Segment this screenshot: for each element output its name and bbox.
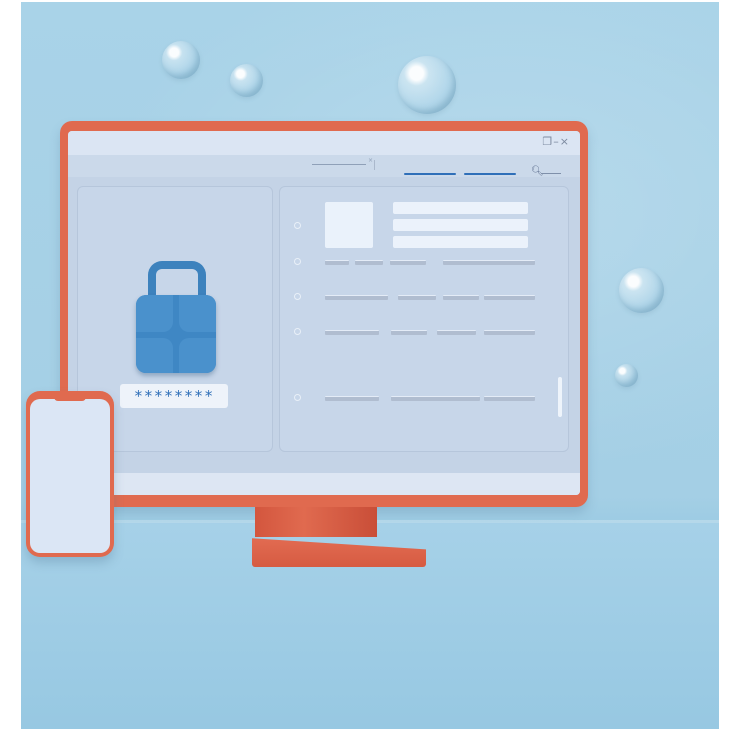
row-radio[interactable] xyxy=(294,394,301,401)
window-controls[interactable]: ❐–× xyxy=(542,135,570,148)
smartphone xyxy=(26,391,114,557)
bubble xyxy=(398,56,456,114)
tab-bar: × 🔍︎ xyxy=(68,155,580,177)
row-radio[interactable] xyxy=(294,328,301,335)
scrollbar[interactable] xyxy=(558,377,562,417)
tab-close-icon[interactable]: × xyxy=(368,157,373,164)
lock-segment xyxy=(179,295,216,332)
list-item-placeholder xyxy=(325,396,379,401)
list-item-placeholder xyxy=(325,330,379,335)
search-input[interactable] xyxy=(541,173,561,174)
window-titlebar: ❐–× xyxy=(68,131,580,155)
bubble xyxy=(619,268,664,313)
bubble xyxy=(162,41,200,79)
status-bar xyxy=(68,473,580,495)
list-item-placeholder xyxy=(484,396,535,401)
list-item-placeholder xyxy=(443,260,535,265)
phone-notch xyxy=(54,395,86,401)
scene-background: ❐–× × 🔍︎ ******** xyxy=(21,2,719,729)
search-icon[interactable]: 🔍︎ xyxy=(531,166,544,177)
list-item-placeholder xyxy=(391,396,480,401)
text-field[interactable] xyxy=(393,236,528,248)
list-item-placeholder xyxy=(355,260,383,265)
tab[interactable]: × xyxy=(308,157,375,170)
monitor-screen: ❐–× × 🔍︎ ******** xyxy=(68,131,580,495)
password-field[interactable]: ******** xyxy=(120,384,228,408)
list-item-placeholder xyxy=(437,330,476,335)
list-item-placeholder xyxy=(391,330,427,335)
active-tab-indicator xyxy=(464,173,516,175)
list-item-placeholder xyxy=(443,295,479,300)
bubble xyxy=(230,64,263,97)
tab-label-placeholder xyxy=(312,164,366,165)
list-item-placeholder xyxy=(484,330,535,335)
list-item-placeholder xyxy=(325,295,388,300)
lock-segment xyxy=(136,295,173,332)
lock-segment xyxy=(136,338,173,373)
bubble xyxy=(615,364,638,387)
lock-body xyxy=(136,295,216,373)
phone-screen xyxy=(30,399,110,553)
list-item-placeholder xyxy=(398,295,436,300)
lock-segment xyxy=(179,338,216,373)
list-item-placeholder xyxy=(484,295,535,300)
monitor-stand-neck xyxy=(255,507,377,537)
content-panel xyxy=(279,186,569,452)
lock-icon xyxy=(136,261,216,373)
monitor: ❐–× × 🔍︎ ******** xyxy=(60,121,588,507)
list-item-placeholder xyxy=(390,260,426,265)
list-item-placeholder xyxy=(325,260,349,265)
thumbnail xyxy=(325,202,373,248)
row-radio[interactable] xyxy=(294,258,301,265)
active-tab-indicator xyxy=(404,173,456,175)
row-radio[interactable] xyxy=(294,293,301,300)
text-field[interactable] xyxy=(393,202,528,214)
text-field[interactable] xyxy=(393,219,528,231)
row-radio[interactable] xyxy=(294,222,301,229)
